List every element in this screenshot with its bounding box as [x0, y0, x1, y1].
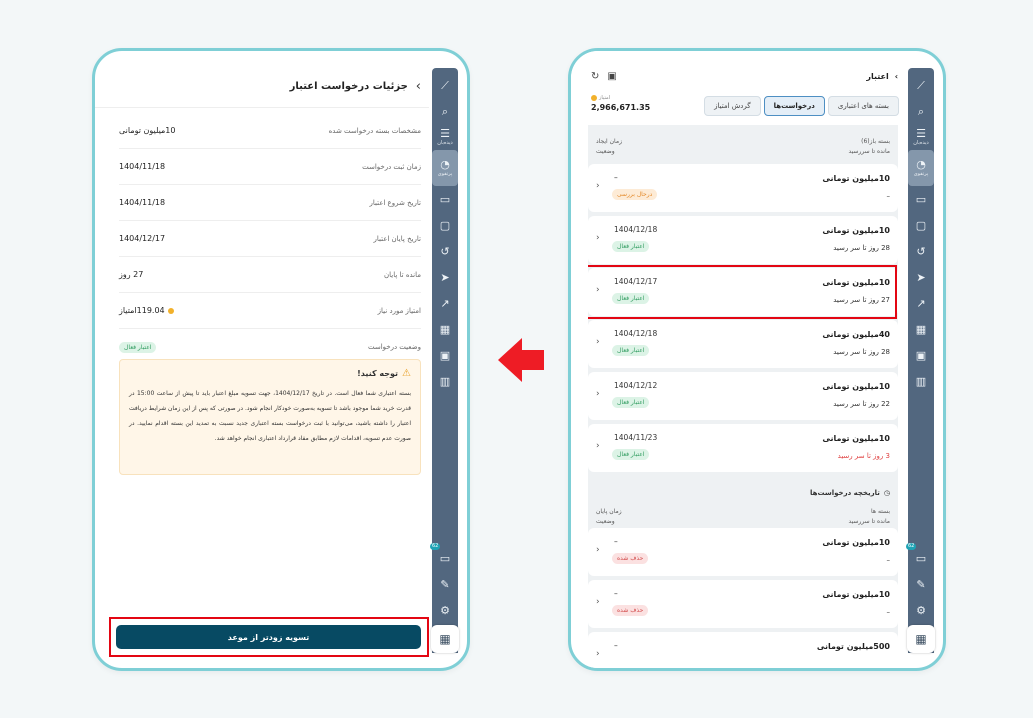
- chevron-left-icon: ‹: [596, 649, 600, 659]
- search-icon[interactable]: ⌕: [908, 98, 934, 124]
- chevron-left-icon: ‹: [596, 441, 600, 451]
- send-icon[interactable]: ➤: [908, 264, 934, 290]
- bar-chart-icon[interactable]: ▥: [432, 368, 458, 394]
- sidebar-item-portfolio[interactable]: ◔ پرتفوی: [908, 150, 934, 186]
- tab-credit-packages[interactable]: بسته های اعتباری: [827, 96, 899, 116]
- detail-content: › جزئیات درخواست اعتبار مشخصات بسته درخو…: [95, 51, 429, 668]
- list-item[interactable]: 40میلیون تومانی 28 روز تا سر رسید 1404/1…: [588, 320, 898, 368]
- sidebar: ⟋ ⌕ ☰ دیده‌بان ◔ پرتفوی ▭ ▢ ↺ ➤ ↗ ▦ ▣ ▥ ▭ 6…: [430, 68, 458, 653]
- send-icon[interactable]: ➤: [432, 264, 458, 290]
- support-icon[interactable]: ✎: [908, 571, 934, 597]
- support-icon[interactable]: ✎: [432, 571, 458, 597]
- request-list: بسته باز(6) مانده تا سررسید زمان ایجاد وضع…: [588, 125, 898, 668]
- detail-row: مانده تا پایان 27 روز: [119, 257, 421, 293]
- status-badge: حذف شده: [612, 605, 649, 616]
- chart-icon[interactable]: ↗: [432, 290, 458, 316]
- history-icon[interactable]: ↺: [432, 238, 458, 264]
- chevron-left-icon: ‹: [596, 337, 600, 347]
- detail-row: تاریخ شروع اعتبار 1404/11/18: [119, 185, 421, 221]
- detail-row: تاریخ پایان اعتبار 1404/12/17: [119, 221, 421, 257]
- status-badge: اعتبار فعال: [612, 397, 650, 408]
- chart-icon[interactable]: ↗: [908, 290, 934, 316]
- back-chevron-icon[interactable]: ›: [416, 79, 421, 94]
- history-icon[interactable]: ↺: [908, 238, 934, 264]
- chevron-left-icon: ‹: [596, 545, 600, 555]
- list-item[interactable]: 10میلیون تومانی 3 روز تا سر رسید 1404/11…: [588, 424, 898, 472]
- chevron-left-icon: ‹: [596, 181, 600, 191]
- opt-icon[interactable]: ▭: [908, 186, 934, 212]
- status-badge: حذف شده: [612, 553, 649, 564]
- search-icon[interactable]: ⌕: [432, 98, 458, 124]
- balance: امتیاز 2,966,671.35: [591, 95, 651, 112]
- sidebar-item-portfolio[interactable]: ◔ پرتفوی: [432, 150, 458, 186]
- early-settlement-button[interactable]: تسویه زودتر از موعد: [116, 625, 421, 649]
- bar-chart-icon[interactable]: ▥: [908, 368, 934, 394]
- list-item[interactable]: 10میلیون تومانی 22 روز تا سر رسید 1404/1…: [588, 372, 898, 420]
- page-title: جزئیات درخواست اعتبار: [289, 81, 408, 92]
- opt-icon[interactable]: ▭: [432, 186, 458, 212]
- status-badge: درحال بررسی: [612, 189, 658, 200]
- detail-row: زمان ثبت درخواست 1404/11/18: [119, 149, 421, 185]
- history-title: ◷ تاریخچه درخواست‌ها: [809, 489, 890, 497]
- detail-row: امتیاز مورد نیاز 119.04امتیاز: [119, 293, 421, 329]
- balance-value: 2,966,671.35: [591, 103, 651, 112]
- grid-menu-icon[interactable]: ▦: [907, 625, 935, 653]
- coin-icon: [591, 95, 597, 101]
- list-item[interactable]: 500میلیون تومانی – ‹: [588, 632, 898, 668]
- highlight-frame: [588, 265, 897, 319]
- sidebar-item-watch[interactable]: ☰ دیده‌بان: [908, 124, 934, 150]
- logo-icon: ⟋: [917, 78, 925, 92]
- page-title: اعتبار: [866, 72, 889, 81]
- refresh-icon[interactable]: ↻: [591, 71, 599, 82]
- detail-row: مشخصات بسته درخواست شده 10میلیون تومانی: [119, 113, 421, 149]
- sidebar: ⟋ ⌕ ☰ دیده‌بان ◔ پرتفوی ▭ ▢ ↺ ➤ ↗ ▦ ▣ ▥ ▭ 6…: [906, 68, 934, 653]
- chevron-left-icon: ‹: [596, 597, 600, 607]
- logo-icon: ⟋: [441, 78, 449, 92]
- calendar-icon[interactable]: ▢: [908, 212, 934, 238]
- credit-header: › اعتبار ↻ ▣: [591, 71, 898, 82]
- calendar-icon[interactable]: ▢: [432, 212, 458, 238]
- list-item[interactable]: 10میلیون تومانی – – درحال بررسی ‹: [588, 164, 898, 212]
- chat-icon[interactable]: ▭ 62: [430, 543, 458, 571]
- list-icon[interactable]: ▣: [432, 342, 458, 368]
- tab-requests[interactable]: درخواست‌ها: [763, 96, 825, 116]
- history-clock-icon: ◷: [883, 489, 890, 497]
- back-chevron-icon[interactable]: ›: [895, 72, 898, 81]
- phone-credit-detail: ⟋ ⌕ ☰ دیده‌بان ◔ پرتفوی ▭ ▢ ↺ ➤ ↗ ▦ ▣ ▥ ▭ 6…: [92, 48, 470, 671]
- chevron-left-icon: ‹: [596, 233, 600, 243]
- list-header: بسته باز(6) مانده تا سررسید زمان ایجاد وضع…: [596, 138, 890, 155]
- chat-icon[interactable]: ▭ 62: [906, 543, 934, 571]
- list-item[interactable]: 10میلیون تومانی 28 روز تا سر رسید 1404/1…: [588, 216, 898, 264]
- gear-icon[interactable]: ⚙: [908, 597, 934, 623]
- apps-icon[interactable]: ▦: [432, 316, 458, 342]
- tab-points-turnover[interactable]: گردش امتیاز: [704, 96, 761, 116]
- status-badge: اعتبار فعال: [612, 449, 650, 460]
- points-value: 119.04امتیاز: [119, 306, 174, 315]
- tab-bar: بسته های اعتباری درخواست‌ها گردش امتیاز: [704, 96, 899, 116]
- wallet-icon[interactable]: ▣: [607, 71, 616, 82]
- list-icon[interactable]: ▣: [908, 342, 934, 368]
- status-badge: اعتبار فعال: [119, 341, 157, 353]
- arrow-left-icon: [498, 338, 544, 382]
- list-item[interactable]: 10میلیون تومانی – – حذف شده ‹: [588, 580, 898, 628]
- warning-icon: ⚠: [402, 368, 411, 379]
- chevron-left-icon: ‹: [596, 389, 600, 399]
- gear-icon[interactable]: ⚙: [432, 597, 458, 623]
- grid-menu-icon[interactable]: ▦: [431, 625, 459, 653]
- notice-box: ⚠ توجه کنید! بسته اعتباری شما فعال است. د…: [119, 359, 421, 475]
- credit-content: › اعتبار ↻ ▣ بسته های اعتباری درخواست‌ها گ…: [571, 51, 905, 668]
- list-item[interactable]: 10میلیون تومانی – – حذف شده ‹: [588, 528, 898, 576]
- coin-icon: [167, 307, 174, 314]
- phone-credit-list: ⟋ ⌕ ☰ دیده‌بان ◔ پرتفوی ▭ ▢ ↺ ➤ ↗ ▦ ▣ ▥ ▭ 6…: [568, 48, 946, 671]
- status-badge: اعتبار فعال: [612, 241, 650, 252]
- sidebar-item-watch[interactable]: ☰ دیده‌بان: [432, 124, 458, 150]
- status-badge: اعتبار فعال: [612, 345, 650, 356]
- detail-header: › جزئیات درخواست اعتبار: [105, 79, 421, 94]
- apps-icon[interactable]: ▦: [908, 316, 934, 342]
